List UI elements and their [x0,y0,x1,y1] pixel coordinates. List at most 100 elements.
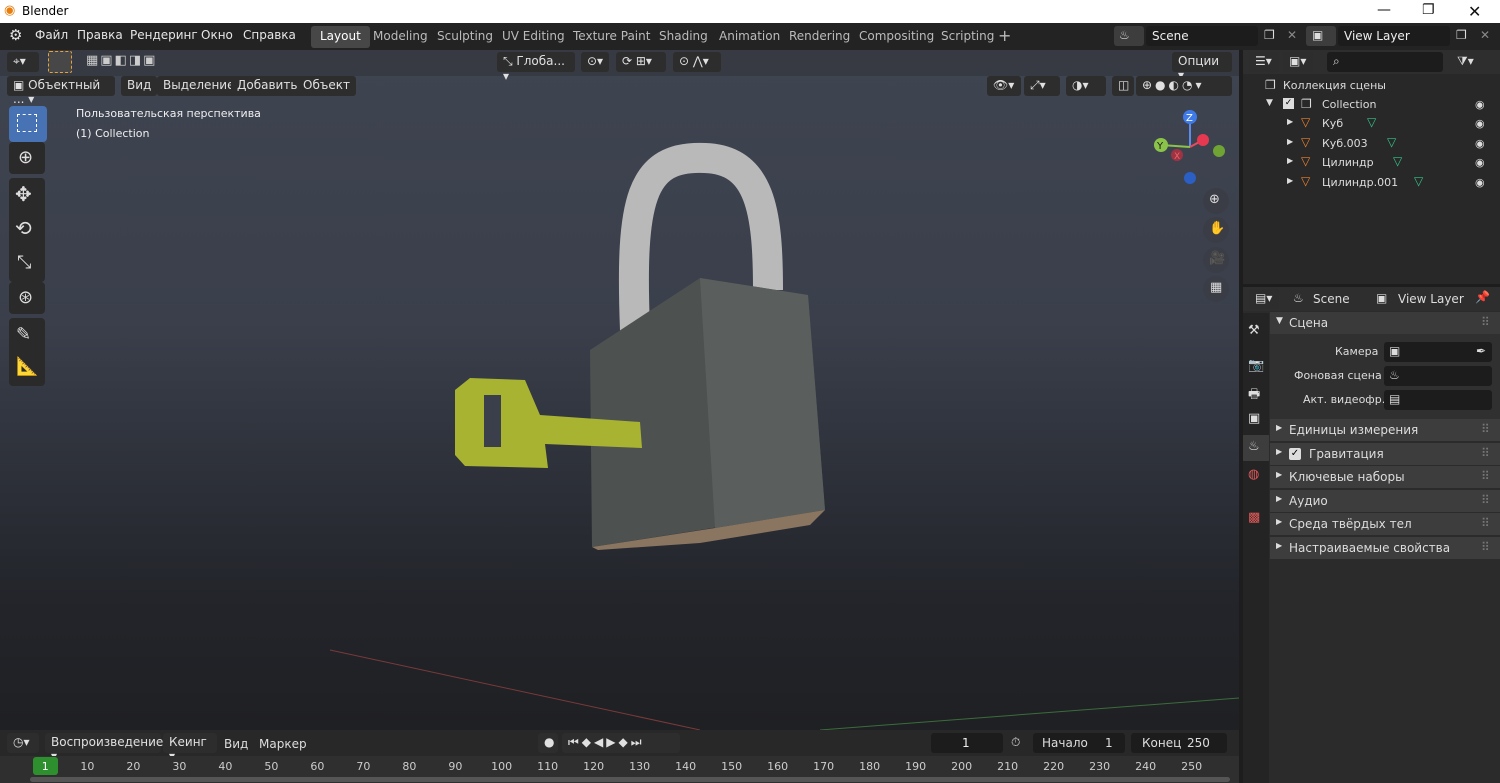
view-layer-name-field[interactable]: View Layer [1338,26,1450,46]
background-scene-field[interactable]: ♨ [1384,366,1492,386]
scene-selector-button[interactable]: ♨ [1114,26,1144,46]
outliner-editor-type[interactable]: ☰▾ [1249,52,1279,72]
drag-handle-icon[interactable]: ⠿ [1481,446,1490,460]
mesh-data-icon[interactable]: ▽ [1393,154,1402,168]
menu-help[interactable]: Справка [243,28,296,42]
timeline-tick-label: 240 [1135,760,1157,773]
expand-arrow-icon[interactable]: ▶ [1287,137,1293,146]
3d-viewport[interactable]: ⌖▾ ▦▣◧◨▣ ⤡ Глоба... ▾ ⊙▾ ⟳ ⊞▾ ⊙ ⋀▾ Опции… [0,50,1239,730]
tab-rendering[interactable]: Rendering [780,26,859,48]
section-scene-header[interactable]: ▼ Сцена ⠿ [1270,312,1500,334]
add-workspace-icon[interactable]: + [998,26,1011,45]
menu-edit[interactable]: Правка [77,28,123,42]
expand-arrow-icon[interactable]: ▶ [1287,176,1293,185]
world-tab-icon[interactable]: ◍ [1248,467,1259,482]
view-layer-tab-icon[interactable]: ▣ [1248,411,1260,426]
outliner-row-object[interactable]: ▶ ▽ Цилиндр.001 ▽ ◉ [1243,174,1500,193]
playback-controls[interactable]: ⏮◆◀▶◆⏭ [562,733,680,753]
remove-scene-icon[interactable]: ✕ [1287,28,1297,42]
drag-handle-icon[interactable]: ⠿ [1481,540,1490,554]
new-scene-icon[interactable]: ❐ [1264,28,1275,42]
start-frame-field[interactable]: Начало 1 [1033,733,1125,753]
tab-sculpting[interactable]: Sculpting [428,26,502,48]
preview-range-icon[interactable]: ⏱ [1011,735,1020,750]
outliner-row-object[interactable]: ▶ ▽ Куб.003 ▽ ◉ [1243,135,1500,154]
outliner-row-object[interactable]: ▶ ▽ Цилиндр ▽ ◉ [1243,154,1500,173]
expand-arrow-icon[interactable]: ▶ [1287,156,1293,165]
display-mode-dropdown[interactable]: ▣▾ [1283,52,1313,72]
menu-file[interactable]: Файл [35,28,68,42]
drag-handle-icon[interactable]: ⠿ [1481,422,1490,436]
tab-texture-paint[interactable]: Texture Paint [564,26,659,48]
tab-uv-editing[interactable]: UV Editing [493,26,574,48]
properties-view-layer-name[interactable]: View Layer [1398,292,1464,306]
drag-handle-icon[interactable]: ⠿ [1481,493,1490,507]
scene-tab-button[interactable]: ♨ [1243,435,1269,461]
mesh-data-icon[interactable]: ▽ [1367,115,1376,129]
output-tab-icon[interactable]: 🖶 [1248,385,1260,407]
eye-icon[interactable]: ◉ [1475,176,1485,189]
tab-compositing[interactable]: Compositing [850,26,943,48]
collection-checkbox[interactable]: ✓ [1283,98,1294,109]
blender-menu-icon[interactable]: ⚙ [9,26,22,44]
timeline-tick-label: 60 [310,760,325,773]
timeline-scrollbar[interactable] [30,777,1230,782]
expand-arrow-icon[interactable]: ▶ [1287,117,1293,126]
eye-icon[interactable]: ◉ [1475,156,1485,169]
camera-field[interactable]: ▣ ✒ [1384,342,1492,362]
render-tab-icon[interactable]: 📷 [1248,358,1264,373]
record-button[interactable]: ● [538,733,558,753]
eye-icon[interactable]: ◉ [1475,98,1485,111]
timeline-editor-type[interactable]: ◷▾ [7,733,39,753]
tab-scripting[interactable]: Scripting [932,26,1003,48]
section-gravity[interactable]: ▶ ✓ Гравитация ⠿ [1270,443,1500,465]
pin-icon[interactable]: 📌 [1475,290,1490,304]
eyedropper-icon[interactable]: ✒ [1476,344,1486,358]
tab-shading[interactable]: Shading [650,26,717,48]
playback-dropdown[interactable]: Воспроизведение ▾ [45,733,163,763]
properties-scene-name[interactable]: Scene [1313,292,1350,306]
gravity-checkbox[interactable]: ✓ [1289,448,1301,460]
drag-handle-icon[interactable]: ⠿ [1481,469,1490,483]
section-keying-sets[interactable]: ▶ Ключевые наборы ⠿ [1270,466,1500,488]
menu-render[interactable]: Рендеринг [130,28,198,42]
tool-tab-icon[interactable]: ⚒ [1248,323,1260,338]
tab-modeling[interactable]: Modeling [364,26,437,48]
section-audio[interactable]: ▶ Аудио ⠿ [1270,490,1500,512]
close-button[interactable]: ✕ [1468,2,1481,21]
eye-icon[interactable]: ◉ [1475,117,1485,130]
active-clip-field[interactable]: ▤ [1384,390,1492,410]
section-custom-properties[interactable]: ▶ Настраиваемые свойства ⠿ [1270,537,1500,559]
mesh-data-icon[interactable]: ▽ [1387,135,1396,149]
outliner-search-input[interactable]: ⌕ [1327,52,1443,72]
section-units[interactable]: ▶ Единицы измерения ⠿ [1270,419,1500,441]
outliner-row-object[interactable]: ▶ ▽ Куб ▽ ◉ [1243,115,1500,134]
properties-editor-type[interactable]: ▤▾ [1249,289,1279,309]
maximize-button[interactable]: ❐ [1422,2,1435,18]
drag-handle-icon[interactable]: ⠿ [1481,315,1490,329]
timeline-menu-marker[interactable]: Маркер [259,737,307,751]
minimize-button[interactable]: — [1377,2,1391,18]
outliner-row-collection[interactable]: ▼ ✓ ❐ Collection ◉ [1243,96,1500,115]
timeline-menu-view[interactable]: Вид [224,737,248,751]
outliner-row-scene-collection[interactable]: ❐ Коллекция сцены [1243,77,1500,96]
tab-animation[interactable]: Animation [710,26,789,48]
drag-handle-icon[interactable]: ⠿ [1481,516,1490,530]
new-view-layer-icon[interactable]: ❐ [1456,28,1467,42]
expand-arrow-icon[interactable]: ▼ [1266,98,1273,108]
background-scene-label: Фоновая сцена [1294,369,1382,382]
keying-dropdown[interactable]: Кеинг ▾ [163,733,217,763]
eye-icon[interactable]: ◉ [1475,137,1485,150]
filter-icon[interactable]: ⧩▾ [1457,54,1474,69]
section-rigid-body-world[interactable]: ▶ Среда твёрдых тел ⠿ [1270,513,1500,535]
mesh-data-icon[interactable]: ▽ [1414,174,1423,188]
end-frame-field[interactable]: Конец 250 [1131,733,1227,753]
view-layer-selector-button[interactable]: ▣ [1306,26,1336,46]
scene-name-field[interactable]: Scene [1146,26,1258,46]
current-frame-field[interactable]: 1 [931,733,1003,753]
tab-layout[interactable]: Layout [311,26,370,48]
menu-window[interactable]: Окно [201,28,233,42]
texture-tab-icon[interactable]: ▩ [1248,510,1260,525]
remove-view-layer-icon[interactable]: ✕ [1480,28,1490,42]
expand-arrow-icon: ▶ [1276,517,1283,526]
